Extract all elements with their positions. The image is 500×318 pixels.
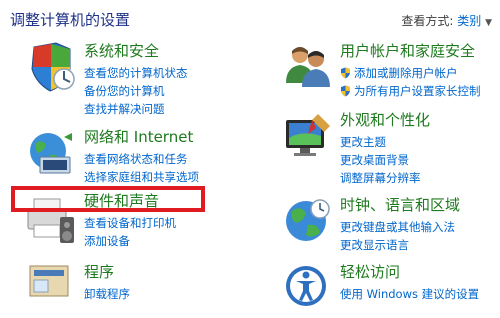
link-devices-printers[interactable]: 查看设备和打印机 [84,214,176,232]
shield-icon[interactable] [26,41,78,93]
category-title-system-security[interactable]: 系统和安全 [84,41,159,61]
ease-access-icon[interactable] [282,262,334,314]
category-title-appearance[interactable]: 外观和个性化 [340,110,430,130]
category-title-programs[interactable]: 程序 [84,262,114,282]
monitor-paint-icon[interactable] [282,110,334,162]
uac-shield-icon [341,67,350,79]
network-globe-icon[interactable] [26,127,78,179]
link-change-desktop-background[interactable]: 更改桌面背景 [340,151,421,169]
link-parental-controls-label: 为所有用户设置家长控制 [354,84,481,98]
category-title-network-internet[interactable]: 网络和 Internet [84,127,193,147]
page-title: 调整计算机的设置 [10,11,131,29]
link-change-keyboard[interactable]: 更改键盘或其他输入法 [340,218,455,236]
link-add-remove-accounts[interactable]: 添加或删除用户帐户 [340,64,481,82]
category-links: 使用 Windows 建议的设置 [340,285,479,303]
view-by-dropdown[interactable]: 类别 [457,14,481,28]
link-homegroup-sharing[interactable]: 选择家庭组和共享选项 [84,168,199,186]
view-by: 查看方式: 类别 ▼ [401,12,492,29]
link-adjust-resolution[interactable]: 调整屏幕分辨率 [340,169,421,187]
link-change-theme[interactable]: 更改主题 [340,133,421,151]
category-title-clock-language[interactable]: 时钟、语言和区域 [340,195,460,215]
category-title-ease-of-access[interactable]: 轻松访问 [340,262,400,282]
link-add-device[interactable]: 添加设备 [84,232,176,250]
link-uninstall-program[interactable]: 卸载程序 [84,285,130,303]
category-links: 添加或删除用户帐户 为所有用户设置家长控制 [340,64,481,100]
link-troubleshoot[interactable]: 查找并解决问题 [84,100,188,118]
link-backup-computer[interactable]: 备份您的计算机 [84,82,188,100]
globe-clock-icon[interactable] [282,195,334,247]
category-title-user-accounts[interactable]: 用户帐户和家庭安全 [340,41,475,61]
link-view-computer-status[interactable]: 查看您的计算机状态 [84,64,188,82]
programs-box-icon[interactable] [26,262,78,314]
users-icon[interactable] [282,41,334,93]
highlight-annotation-box [11,186,205,212]
category-links: 查看设备和打印机 添加设备 [84,214,176,250]
link-recommended-settings[interactable]: 使用 Windows 建议的设置 [340,285,479,303]
category-links: 查看您的计算机状态 备份您的计算机 查找并解决问题 [84,64,188,118]
uac-shield-icon [341,85,350,97]
link-network-status[interactable]: 查看网络状态和任务 [84,150,199,168]
link-parental-controls[interactable]: 为所有用户设置家长控制 [340,82,481,100]
category-links: 卸载程序 [84,285,130,303]
link-add-remove-accounts-label: 添加或删除用户帐户 [354,66,458,80]
category-links: 更改键盘或其他输入法 更改显示语言 [340,218,455,254]
link-change-display-language[interactable]: 更改显示语言 [340,236,455,254]
category-links: 更改主题 更改桌面背景 调整屏幕分辨率 [340,133,421,187]
chevron-down-icon[interactable]: ▼ [485,18,492,28]
category-links: 查看网络状态和任务 选择家庭组和共享选项 [84,150,199,186]
view-by-label: 查看方式: [401,14,454,28]
